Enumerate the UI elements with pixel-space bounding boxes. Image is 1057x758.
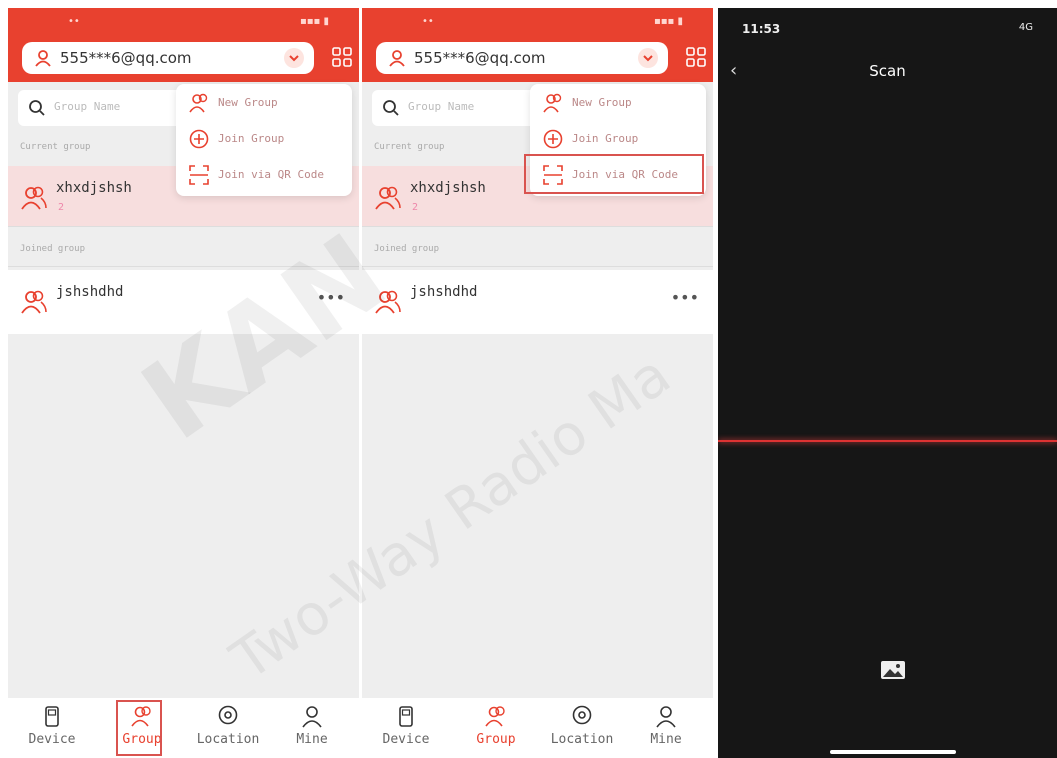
status-bar: •• ▪▪▪ ▮	[8, 12, 359, 32]
status-left: ••	[422, 16, 434, 27]
highlight-box	[116, 700, 162, 756]
section-label-current: Current group	[374, 142, 445, 152]
group-icon	[485, 706, 505, 727]
tab-device[interactable]: Device	[366, 698, 446, 758]
menu-label: New Group	[218, 96, 278, 109]
menu-item-new-group[interactable]: New Group	[176, 86, 352, 120]
search-icon	[383, 100, 399, 116]
header-bar: •• ▪▪▪ ▮ 555***6@qq.com	[362, 8, 713, 82]
status-right: ▪▪▪ ▮	[299, 16, 329, 27]
search-input[interactable]: Group Name	[372, 90, 542, 126]
tab-mine[interactable]: Mine	[626, 698, 706, 758]
more-icon[interactable]: •••	[671, 288, 699, 307]
menu-item-join-group[interactable]: Join Group	[530, 122, 706, 156]
joined-group-name: jshshdhd	[410, 284, 478, 300]
grid-icon[interactable]	[685, 46, 707, 68]
current-group-name: xhxdjshsh	[56, 180, 132, 196]
chevron-down-icon[interactable]	[284, 48, 304, 68]
group-icon	[189, 93, 208, 113]
tab-group[interactable]: Group	[456, 698, 536, 758]
phone-screen-scan: 11:53 4G ‹ Scan	[718, 8, 1057, 758]
phone-screen-group-menu: •• ▪▪▪ ▮ 555***6@qq.com Group Name Curre…	[8, 8, 359, 758]
section-label-joined: Joined group	[20, 244, 86, 254]
device-icon	[399, 706, 413, 727]
menu-item-new-group[interactable]: New Group	[530, 86, 706, 120]
account-email: 555***6@qq.com	[414, 49, 546, 67]
bottom-tab-bar: Device Group Location Mine	[362, 698, 713, 758]
status-time: 11:53	[742, 22, 781, 36]
joined-group-name: jshshdhd	[56, 284, 124, 300]
group-popup-menu: New Group Join Group Join via QR Code	[524, 84, 706, 196]
scan-line	[718, 440, 1057, 442]
tab-location[interactable]: Location	[542, 698, 622, 758]
divider	[362, 226, 713, 227]
menu-label: New Group	[572, 96, 632, 109]
device-icon	[45, 706, 59, 727]
status-bar: •• ▪▪▪ ▮	[362, 12, 713, 32]
group-popup-menu: New Group Join Group Join via QR Code	[176, 84, 352, 196]
current-group-name: xhxdjshsh	[410, 180, 486, 196]
menu-item-join-group[interactable]: Join Group	[176, 122, 352, 156]
status-network: 4G	[1018, 22, 1033, 33]
divider	[8, 226, 359, 227]
location-icon	[572, 705, 592, 725]
section-label-current: Current group	[20, 142, 91, 152]
account-selector[interactable]: 555***6@qq.com	[22, 42, 314, 74]
group-icon	[21, 186, 47, 210]
person-icon	[656, 706, 676, 728]
tab-label: Location	[196, 732, 260, 747]
person-icon	[389, 50, 405, 67]
group-icon	[21, 290, 47, 314]
joined-group-row[interactable]: jshshdhd •••	[8, 270, 359, 334]
tab-device[interactable]: Device	[12, 698, 92, 758]
person-icon	[302, 706, 322, 728]
group-icon	[375, 290, 401, 314]
group-icon	[375, 186, 401, 210]
chevron-down-icon[interactable]	[638, 48, 658, 68]
divider	[362, 266, 713, 267]
header-bar: •• ▪▪▪ ▮ 555***6@qq.com	[8, 8, 359, 82]
search-input[interactable]: Group Name	[18, 90, 188, 126]
more-icon[interactable]: •••	[317, 288, 345, 307]
menu-item-join-qr[interactable]: Join via QR Code	[176, 158, 352, 192]
current-group-count: 2	[412, 202, 419, 213]
tab-label: Group	[476, 732, 516, 747]
status-right: ▪▪▪ ▮	[653, 16, 683, 27]
plus-circle-icon	[189, 129, 209, 149]
bottom-tab-bar: Device Group Location Mine	[8, 698, 359, 758]
tab-location[interactable]: Location	[188, 698, 268, 758]
grid-icon[interactable]	[331, 46, 353, 68]
status-left: ••	[68, 16, 80, 27]
section-label-joined: Joined group	[374, 244, 440, 254]
tab-label: Mine	[296, 732, 328, 747]
group-icon	[543, 93, 562, 113]
tab-mine[interactable]: Mine	[272, 698, 352, 758]
menu-label: Join Group	[218, 132, 285, 145]
current-group-count: 2	[58, 202, 65, 213]
account-selector[interactable]: 555***6@qq.com	[376, 42, 668, 74]
divider	[8, 266, 359, 267]
qr-scan-icon	[189, 165, 209, 185]
menu-label: Join via QR Code	[218, 168, 324, 181]
joined-group-row[interactable]: jshshdhd •••	[362, 270, 713, 334]
tab-label: Device	[382, 732, 430, 747]
person-icon	[35, 50, 51, 67]
plus-circle-icon	[543, 129, 563, 149]
tab-label: Mine	[650, 732, 682, 747]
home-indicator	[830, 750, 956, 754]
tab-label: Device	[28, 732, 76, 747]
account-email: 555***6@qq.com	[60, 49, 192, 67]
menu-label: Join Group	[572, 132, 639, 145]
phone-screen-qr-highlight: •• ▪▪▪ ▮ 555***6@qq.com Group Name Curre…	[362, 8, 713, 758]
search-placeholder: Group Name	[408, 100, 475, 113]
search-icon	[29, 100, 45, 116]
location-icon	[218, 705, 238, 725]
highlight-box	[524, 154, 704, 194]
scan-title: Scan	[869, 62, 906, 80]
tab-label: Location	[550, 732, 614, 747]
image-icon[interactable]	[880, 660, 906, 680]
search-placeholder: Group Name	[54, 100, 121, 113]
